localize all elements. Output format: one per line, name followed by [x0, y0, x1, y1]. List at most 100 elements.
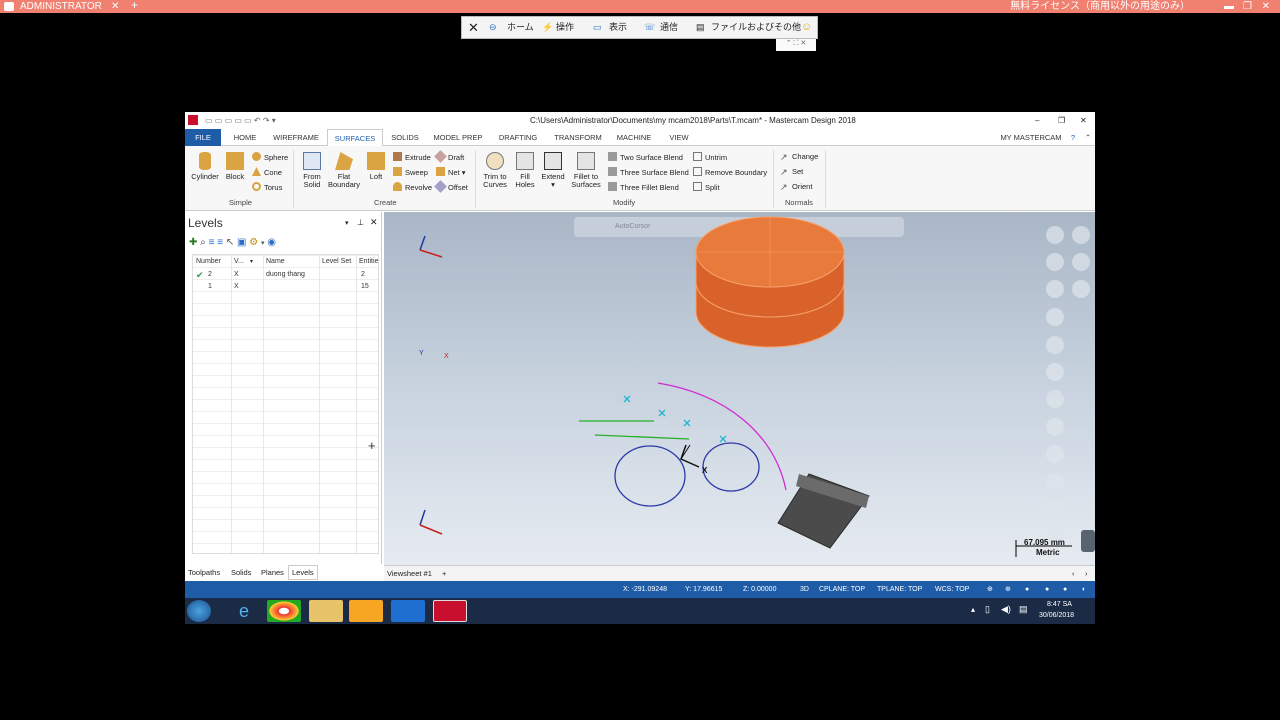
gear-menu-icon[interactable]: ▾: [261, 240, 265, 247]
tab-levels[interactable]: Levels: [288, 565, 318, 580]
shading-icon[interactable]: ●: [1045, 581, 1049, 598]
cone-button[interactable]: Cone: [252, 167, 282, 178]
two-surface-blend-button[interactable]: Two Surface Blend: [608, 152, 683, 163]
column-header[interactable]: Number: [196, 258, 221, 265]
net-button[interactable]: Net ▾: [436, 167, 466, 178]
shading-icon[interactable]: ◐: [1082, 581, 1086, 598]
status-z[interactable]: Z: 0.00000: [743, 581, 776, 598]
column-header[interactable]: Entitie: [359, 258, 378, 265]
untrim-button[interactable]: Untrim: [693, 152, 727, 163]
graphics-viewport[interactable]: AutoCursor Y X Y X X 67.095 mm Metric: [384, 212, 1095, 607]
ie-icon[interactable]: e: [227, 600, 261, 622]
clock-date[interactable]: 30/06/2018: [1039, 612, 1074, 619]
column-header[interactable]: Name: [266, 258, 285, 265]
teamviewer-icon[interactable]: [391, 600, 425, 622]
app-restore-icon[interactable]: ❐: [1058, 112, 1065, 129]
close-tab-icon[interactable]: ✕: [111, 0, 119, 13]
extend-button[interactable]: Extend ▾: [540, 152, 566, 189]
mastercam-taskbar-icon[interactable]: [433, 600, 467, 622]
wireframe-geometry[interactable]: [579, 382, 787, 507]
layers-icon[interactable]: ≡: [209, 237, 215, 248]
level-visible[interactable]: X: [234, 271, 239, 278]
change-normals-button[interactable]: ↗ Change: [780, 152, 818, 162]
block-solid[interactable]: [777, 473, 870, 549]
tab-viewsheet-1[interactable]: Viewsheet #1: [387, 566, 432, 582]
extrude-button[interactable]: Extrude: [393, 152, 431, 163]
close-session-icon[interactable]: ✕: [468, 17, 479, 38]
orient-normals-button[interactable]: ↗ Orient: [780, 182, 812, 192]
tab-file[interactable]: FILE: [185, 129, 221, 146]
status-x[interactable]: X: -291.09248: [623, 581, 667, 598]
gear-icon[interactable]: ⚙: [249, 237, 258, 248]
layers-icon[interactable]: ≡: [217, 237, 223, 248]
set-normals-button[interactable]: ↗ Set: [780, 167, 803, 177]
scroll-right-icon[interactable]: ›: [1085, 566, 1088, 582]
restore-icon[interactable]: ❐: [1243, 0, 1252, 13]
block-button[interactable]: Block: [222, 152, 248, 181]
trim-to-curves-button[interactable]: Trim to Curves: [480, 152, 510, 189]
three-fillet-blend-button[interactable]: Three Fillet Blend: [608, 182, 679, 193]
torus-button[interactable]: Torus: [252, 182, 282, 193]
search-icon[interactable]: ⌕: [200, 237, 206, 248]
tab-machine[interactable]: MACHINE: [613, 129, 655, 146]
minimize-icon[interactable]: ▬: [1224, 0, 1234, 13]
tab-surfaces[interactable]: SURFACES: [327, 129, 383, 146]
status-wcs[interactable]: WCS: TOP: [935, 581, 969, 598]
three-surface-blend-button[interactable]: Three Surface Blend: [608, 167, 689, 178]
split-button[interactable]: Split: [693, 182, 720, 193]
sphere-button[interactable]: Sphere: [252, 152, 288, 163]
filter-dropdown-icon[interactable]: ▾: [250, 258, 253, 265]
arrow-icon[interactable]: ↖: [226, 237, 234, 248]
globe-icon[interactable]: ⊕: [1005, 581, 1011, 598]
sweep-button[interactable]: Sweep: [393, 167, 428, 178]
fillet-to-surfaces-button[interactable]: Fillet to Surfaces: [569, 152, 603, 189]
status-y[interactable]: Y: 17.96615: [685, 581, 722, 598]
tab-toolpaths[interactable]: Toolpaths: [188, 564, 220, 581]
level-number[interactable]: 1: [208, 283, 212, 290]
folder-icon[interactable]: [309, 600, 343, 622]
clock-time[interactable]: 8:47 SA: [1047, 601, 1072, 608]
status-cplane[interactable]: CPLANE: TOP: [819, 581, 865, 598]
files-button[interactable]: ファイルおよびその他: [711, 17, 801, 38]
flat-boundary-button[interactable]: Flat Boundary: [326, 152, 362, 189]
tab-transform[interactable]: TRANSFORM: [549, 129, 607, 146]
scroll-left-icon[interactable]: ‹: [1072, 566, 1075, 582]
add-viewsheet-icon[interactable]: +: [442, 566, 446, 582]
battery-icon[interactable]: ▯: [985, 604, 990, 615]
app-close-icon[interactable]: ✕: [1080, 112, 1087, 129]
comm-button[interactable]: 通信: [660, 17, 678, 38]
help-icon[interactable]: ?: [1067, 129, 1079, 146]
pin-icon[interactable]: ⊥: [357, 218, 364, 227]
level-name[interactable]: duong thang: [266, 271, 305, 278]
globe-icon[interactable]: ⊕: [987, 581, 993, 598]
view-controls[interactable]: [1046, 226, 1090, 545]
home-button[interactable]: ホーム: [507, 17, 534, 38]
loft-button[interactable]: Loft: [365, 152, 387, 181]
remove-boundary-button[interactable]: Remove Boundary: [693, 167, 767, 178]
draft-button[interactable]: Draft: [434, 150, 464, 163]
filter-icon[interactable]: ▣: [237, 237, 246, 248]
help-icon[interactable]: ◉: [267, 237, 276, 248]
side-panel-handle[interactable]: [1081, 530, 1095, 552]
tray-arrow-icon[interactable]: ▴: [971, 605, 975, 614]
fill-holes-button[interactable]: Fill Holes: [513, 152, 537, 189]
quick-access-icons[interactable]: ▭ ▭ ▭ ▭ ▭ ↶ ↷ ▾: [205, 112, 276, 129]
level-number[interactable]: 2: [208, 271, 212, 278]
view-button[interactable]: 表示: [609, 17, 627, 38]
tab-home[interactable]: HOME: [225, 129, 265, 146]
panel-close-icon[interactable]: ✕: [370, 217, 378, 228]
tab-solids-panel[interactable]: Solids: [231, 564, 251, 581]
toolbar-collapse-handle[interactable]: ⌃ ⛶ ✕: [776, 39, 816, 51]
tab-solids[interactable]: SOLIDS: [387, 129, 423, 146]
my-mastercam-link[interactable]: MY MASTERCAM: [999, 129, 1063, 146]
ops-button[interactable]: 操作: [556, 17, 574, 38]
status-mode[interactable]: 3D: [800, 581, 809, 598]
from-solid-button[interactable]: From Solid: [298, 152, 326, 189]
tab-wireframe[interactable]: WIREFRAME: [269, 129, 323, 146]
panel-options-icon[interactable]: ▾: [345, 219, 349, 227]
app-minimize-icon[interactable]: –: [1035, 112, 1039, 129]
tab-planes[interactable]: Planes: [261, 564, 284, 581]
column-header[interactable]: Level Set: [322, 258, 351, 265]
add-level-icon[interactable]: ✚: [189, 237, 197, 248]
shading-icon[interactable]: ●: [1063, 581, 1067, 598]
